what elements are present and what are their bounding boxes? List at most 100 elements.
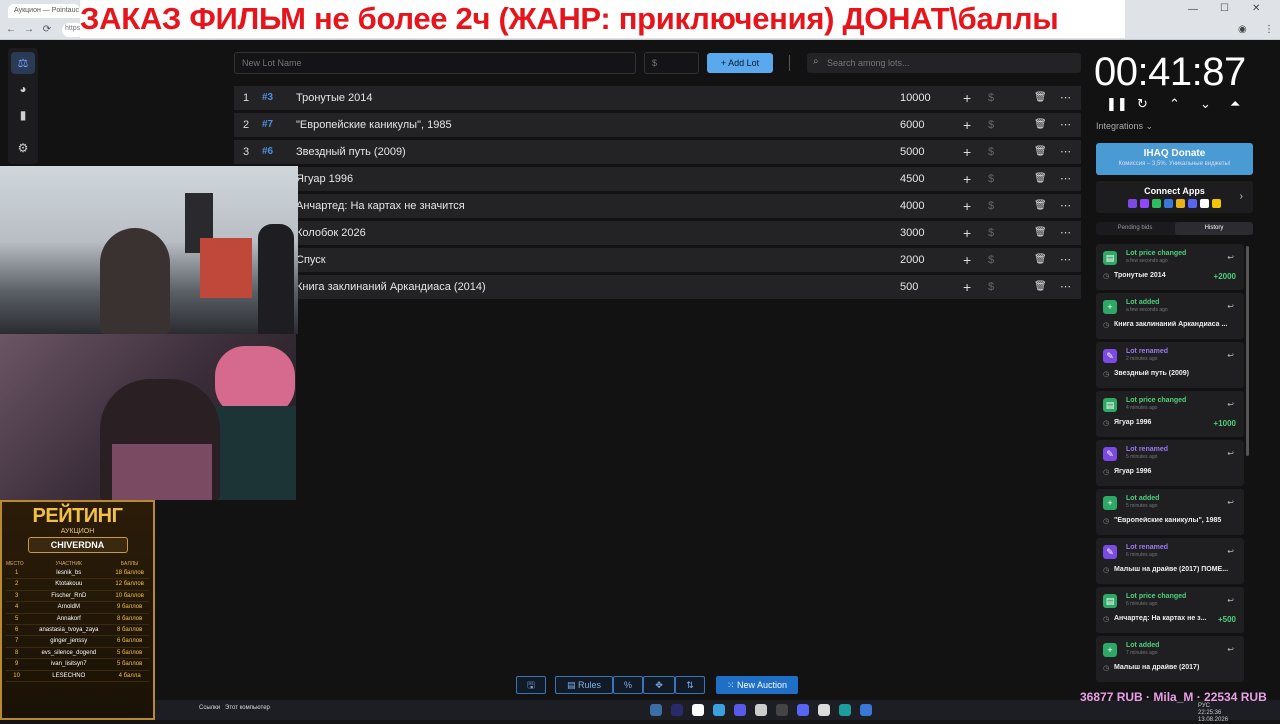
undo-icon[interactable]: ↩ — [1227, 596, 1234, 605]
undo-icon[interactable]: ↩ — [1227, 400, 1234, 409]
taskbar-app-icon[interactable] — [797, 704, 809, 716]
lot-amount[interactable]: 500 — [900, 275, 918, 299]
percent-icon[interactable]: % — [613, 676, 643, 694]
undo-icon[interactable]: ↩ — [1227, 449, 1234, 458]
tab-history[interactable]: History — [1175, 222, 1253, 235]
add-amount-icon[interactable]: + — [963, 113, 971, 137]
undo-icon[interactable]: ↩ — [1227, 253, 1234, 262]
trash-icon[interactable]: 🗑 — [1034, 221, 1047, 245]
close-icon[interactable]: ✕ — [1252, 3, 1260, 14]
add-amount-icon[interactable]: + — [963, 86, 971, 110]
taskbar-app-icon[interactable] — [818, 704, 830, 716]
pie-chart-icon[interactable]: ◕ — [11, 78, 35, 100]
forward-icon[interactable]: → — [22, 20, 36, 40]
history-scrollbar[interactable] — [1246, 246, 1249, 456]
reload-icon[interactable]: ⟳ — [40, 20, 54, 40]
add-amount-icon[interactable]: + — [963, 248, 971, 272]
lot-name-input[interactable] — [234, 52, 636, 74]
browser-menu-icon[interactable]: ⋮ — [1264, 24, 1274, 35]
sort-icon[interactable]: ⇅ — [675, 676, 705, 694]
bar-chart-icon[interactable]: ▮ — [11, 104, 35, 126]
rules-button[interactable]: ▤ Rules — [555, 676, 613, 694]
lot-id[interactable]: #6 — [262, 140, 273, 164]
trash-icon[interactable]: 🗑 — [1034, 86, 1047, 110]
time-increase-icon[interactable]: ⌃ — [1169, 96, 1180, 112]
lot-name[interactable]: "Европейские каникулы", 1985 — [296, 113, 452, 137]
add-amount-icon[interactable]: + — [963, 275, 971, 299]
gear-icon[interactable]: ⚙ — [11, 137, 35, 159]
lot-amount[interactable]: 4000 — [900, 194, 924, 218]
add-amount-icon[interactable]: + — [963, 194, 971, 218]
reset-icon[interactable]: ↻ — [1137, 96, 1148, 112]
donate-button[interactable]: IHAQ Donate Комиссия – 3,5%. Уникальные … — [1096, 143, 1253, 175]
maximize-icon[interactable]: ☐ — [1220, 3, 1229, 14]
add-amount-icon[interactable]: + — [963, 167, 971, 191]
trash-icon[interactable]: 🗑 — [1034, 194, 1047, 218]
more-icon[interactable]: ⋯ — [1060, 194, 1071, 218]
dollar-icon[interactable]: $ — [988, 221, 994, 245]
lot-amount[interactable]: 10000 — [900, 86, 931, 110]
dollar-icon[interactable]: $ — [988, 113, 994, 137]
lot-search-input[interactable]: ⌕ Search among lots... — [807, 53, 1081, 73]
lot-name[interactable]: Ягуар 1996 — [296, 167, 353, 191]
lot-name[interactable]: Звездный путь (2009) — [296, 140, 406, 164]
trash-icon[interactable]: 🗑 — [1034, 167, 1047, 191]
crosshair-icon[interactable]: ✥ — [643, 676, 675, 694]
undo-icon[interactable]: ↩ — [1227, 351, 1234, 360]
dollar-icon[interactable]: $ — [988, 140, 994, 164]
connect-apps-button[interactable]: Connect Apps › — [1096, 181, 1253, 213]
undo-icon[interactable]: ↩ — [1227, 302, 1234, 311]
lot-amount-input[interactable] — [644, 52, 699, 74]
taskbar-app-icon[interactable] — [734, 704, 746, 716]
tab-pending-bids[interactable]: Pending bids — [1096, 222, 1174, 235]
lot-amount[interactable]: 5000 — [900, 140, 924, 164]
trash-icon[interactable]: 🗑 — [1034, 140, 1047, 164]
more-icon[interactable]: ⋯ — [1060, 221, 1071, 245]
lot-amount[interactable]: 6000 — [900, 113, 924, 137]
add-amount-icon[interactable]: + — [963, 140, 971, 164]
taskbar-app-icon[interactable] — [776, 704, 788, 716]
double-up-icon[interactable]: ⏶ — [1230, 96, 1240, 112]
undo-icon[interactable]: ↩ — [1227, 645, 1234, 654]
trash-icon[interactable]: 🗑 — [1034, 248, 1047, 272]
dollar-icon[interactable]: $ — [988, 86, 994, 110]
trash-icon[interactable]: 🗑 — [1034, 113, 1047, 137]
lot-name[interactable]: Тронутые 2014 — [296, 86, 373, 110]
more-icon[interactable]: ⋯ — [1060, 167, 1071, 191]
gavel-icon[interactable]: ⚖ — [11, 52, 35, 74]
undo-icon[interactable]: ↩ — [1227, 498, 1234, 507]
taskbar-app-icon[interactable] — [671, 704, 683, 716]
taskbar-app-icon[interactable] — [692, 704, 704, 716]
new-auction-button[interactable]: ⁙ New Auction — [716, 676, 798, 694]
more-icon[interactable]: ⋯ — [1060, 275, 1071, 299]
more-icon[interactable]: ⋯ — [1060, 113, 1071, 137]
trash-icon[interactable]: 🗑 — [1034, 275, 1047, 299]
taskbar-app-icon[interactable] — [839, 704, 851, 716]
lot-amount[interactable]: 4500 — [900, 167, 924, 191]
taskbar-app-icon[interactable] — [650, 704, 662, 716]
lot-id[interactable]: #7 — [262, 113, 273, 137]
more-icon[interactable]: ⋯ — [1060, 248, 1071, 272]
browser-tab[interactable]: Аукцион — Pointauc — [8, 4, 80, 18]
lot-amount[interactable]: 2000 — [900, 248, 924, 272]
this-pc-label[interactable]: Этот компьютер — [225, 705, 270, 711]
profile-icon[interactable]: ◉ — [1238, 24, 1247, 35]
undo-icon[interactable]: ↩ — [1227, 547, 1234, 556]
add-amount-icon[interactable]: + — [963, 221, 971, 245]
lot-name[interactable]: Спуск — [296, 248, 326, 272]
lot-name[interactable]: Колобок 2026 — [296, 221, 366, 245]
language-indicator[interactable]: РУС — [1198, 703, 1228, 710]
lot-id[interactable]: #3 — [262, 86, 273, 110]
add-lot-button[interactable]: + Add Lot — [707, 53, 773, 73]
back-icon[interactable]: ← — [4, 20, 18, 40]
lot-name[interactable]: Анчартед: На картах не значится — [296, 194, 465, 218]
dollar-icon[interactable]: $ — [988, 167, 994, 191]
more-icon[interactable]: ⋯ — [1060, 86, 1071, 110]
dollar-icon[interactable]: $ — [988, 194, 994, 218]
lot-amount[interactable]: 3000 — [900, 221, 924, 245]
lot-name[interactable]: Книга заклинаний Аркандиаса (2014) — [296, 275, 486, 299]
taskbar-app-icon[interactable] — [755, 704, 767, 716]
save-icon[interactable]: 🖫 — [516, 676, 546, 694]
links-label[interactable]: Ссылки — [199, 705, 220, 711]
more-icon[interactable]: ⋯ — [1060, 140, 1071, 164]
